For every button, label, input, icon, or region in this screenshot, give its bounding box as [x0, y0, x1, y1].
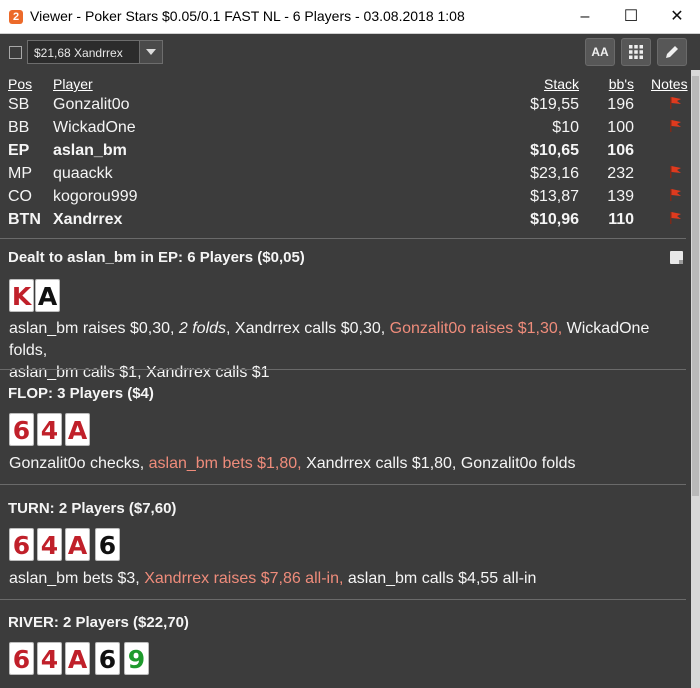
turn-actions: aslan_bm bets $3, Xandrrex raises $7,86 …: [9, 568, 679, 590]
card: A: [65, 642, 90, 675]
hand-viewer-content: Pos Player Stack bb's Notes SB Gonzalit0…: [0, 70, 691, 688]
player-name[interactable]: Xandrrex: [53, 211, 122, 229]
player-stack: $10,65: [530, 142, 579, 159]
note-flag-icon[interactable]: [668, 211, 682, 230]
col-header-pos[interactable]: Pos: [8, 76, 32, 92]
hero-checkbox[interactable]: [9, 46, 22, 59]
card: 4: [37, 528, 62, 561]
player-name[interactable]: Gonzalit0o: [53, 96, 130, 114]
card: 6: [9, 413, 34, 446]
player-bbs: 196: [607, 96, 634, 113]
player-row[interactable]: MP quaackk $23,16 232: [0, 165, 691, 188]
player-name[interactable]: kogorou999: [53, 188, 138, 206]
player-row[interactable]: BTN Xandrrex $10,96 110: [0, 211, 691, 234]
player-pos: MP: [8, 165, 32, 182]
grid-icon: [629, 45, 643, 59]
action-text: aslan_bm calls $4,55 all-in: [343, 570, 537, 587]
player-row[interactable]: BB WickadOne $10 100: [0, 119, 691, 142]
note-icon[interactable]: [670, 251, 683, 264]
player-stack: $23,16: [530, 165, 579, 182]
player-select-value: $21,68 Xandrrex: [34, 46, 123, 60]
player-name[interactable]: WickadOne: [53, 119, 136, 137]
player-bbs: 139: [607, 188, 634, 205]
scrollbar-thumb[interactable]: [692, 76, 699, 496]
player-pos: EP: [8, 142, 30, 159]
player-bbs: 106: [607, 142, 634, 159]
card: 4: [37, 413, 62, 446]
font-size-button[interactable]: AA: [585, 38, 615, 66]
player-stack: $19,55: [530, 96, 579, 113]
col-header-stack[interactable]: Stack: [544, 76, 579, 92]
player-bbs: 110: [608, 211, 634, 228]
card: A: [65, 413, 90, 446]
action-highlight: aslan_bm bets $1,80,: [148, 455, 302, 472]
player-row[interactable]: SB Gonzalit0o $19,55 196: [0, 96, 691, 119]
player-select[interactable]: $21,68 Xandrrex: [27, 40, 163, 64]
window-title: Viewer - Poker Stars $0.05/0.1 FAST NL -…: [30, 8, 465, 24]
edit-button[interactable]: [657, 38, 687, 66]
action-text: aslan_bm bets $3,: [9, 570, 145, 587]
action-highlight: Xandrrex raises $7,86 all-in,: [144, 570, 344, 587]
player-row[interactable]: EP aslan_bm $10,65 106: [0, 142, 691, 165]
card: K: [9, 279, 34, 312]
action-text: Xandrrex calls $1,80, Gonzalit0o folds: [301, 455, 576, 472]
player-bbs: 232: [607, 165, 634, 182]
action-text: aslan_bm raises $0,30,: [9, 320, 179, 337]
action-text: Gonzalit0o checks,: [9, 455, 149, 472]
player-bbs: 100: [607, 119, 634, 136]
player-name[interactable]: aslan_bm: [53, 142, 127, 160]
col-header-notes[interactable]: Notes: [651, 76, 688, 92]
vertical-scrollbar[interactable]: [691, 70, 700, 688]
player-pos: SB: [8, 96, 30, 113]
section-divider: [0, 599, 686, 600]
player-name[interactable]: quaackk: [53, 165, 113, 183]
window-title-bar: 2 Viewer - Poker Stars $0.05/0.1 FAST NL…: [0, 0, 700, 34]
card: 6: [95, 642, 120, 675]
section-divider: [0, 484, 686, 485]
chevron-down-icon[interactable]: [139, 41, 162, 63]
note-flag-icon[interactable]: [668, 96, 682, 115]
note-flag-icon[interactable]: [668, 119, 682, 138]
minimize-button[interactable]: –: [562, 0, 608, 34]
section-divider: [0, 369, 686, 370]
player-pos: BB: [8, 119, 30, 136]
player-pos: BTN: [8, 211, 41, 228]
player-stack: $10,96: [530, 211, 579, 228]
col-header-bbs[interactable]: bb's: [609, 76, 634, 92]
card: 9: [124, 642, 149, 675]
preflop-actions: aslan_bm raises $0,30, 2 folds, Xandrrex…: [9, 318, 679, 384]
action-highlight: Gonzalit0o raises $1,30,: [389, 320, 563, 337]
player-stack: $10: [552, 119, 579, 136]
turn-title: TURN: 2 Players ($7,60): [8, 500, 177, 517]
toolbar: $21,68 Xandrrex AA: [0, 34, 700, 70]
flop-title: FLOP: 3 Players ($4): [8, 385, 154, 402]
preflop-title: Dealt to aslan_bm in EP: 6 Players ($0,0…: [8, 249, 305, 266]
card: 6: [95, 528, 120, 561]
flop-actions: Gonzalit0o checks, aslan_bm bets $1,80, …: [9, 453, 679, 475]
player-row[interactable]: CO kogorou999 $13,87 139: [0, 188, 691, 211]
card: A: [35, 279, 60, 312]
pencil-icon: [666, 46, 678, 58]
card: 6: [9, 528, 34, 561]
card: 4: [37, 642, 62, 675]
section-divider: [0, 238, 686, 239]
note-flag-icon[interactable]: [668, 165, 682, 184]
action-text: aslan_bm calls $1, Xandrrex calls $1: [9, 364, 270, 381]
action-text: , Xandrrex calls $0,30,: [226, 320, 390, 337]
player-stack: $13,87: [530, 188, 579, 205]
grid-button[interactable]: [621, 38, 651, 66]
col-header-player[interactable]: Player: [53, 76, 93, 92]
close-button[interactable]: ✕: [654, 0, 700, 34]
note-flag-icon[interactable]: [668, 188, 682, 207]
player-pos: CO: [8, 188, 32, 205]
app-icon: 2: [9, 10, 23, 24]
card: A: [65, 528, 90, 561]
card: 6: [9, 642, 34, 675]
maximize-button[interactable]: ☐: [608, 0, 654, 34]
action-text: 2 folds: [178, 320, 227, 337]
river-title: RIVER: 2 Players ($22,70): [8, 614, 189, 631]
